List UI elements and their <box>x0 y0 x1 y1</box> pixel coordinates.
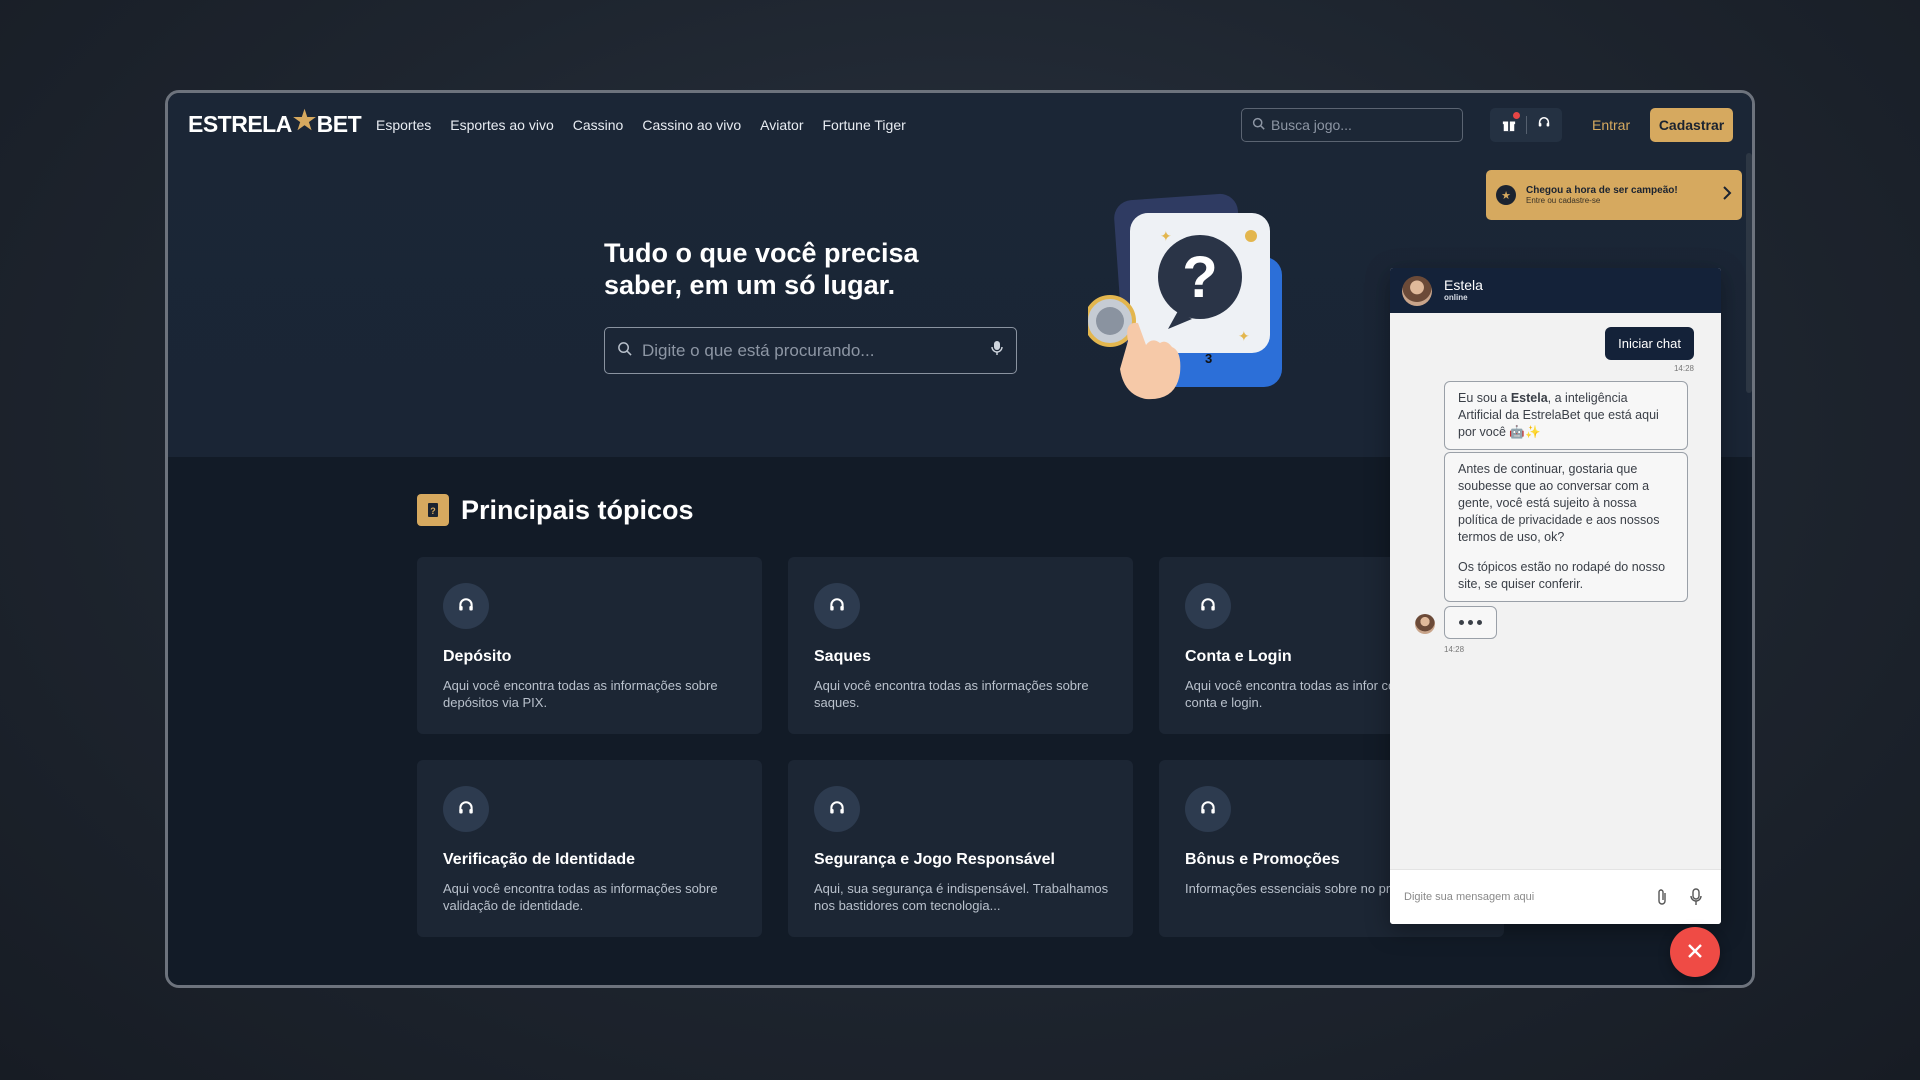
chat-message: Antes de continuar, gostaria que soubess… <box>1444 452 1688 603</box>
notification-dot <box>1512 112 1520 119</box>
search-icon <box>1252 117 1265 133</box>
help-search-box[interactable] <box>604 327 1017 374</box>
nav-link-esportes[interactable]: Esportes <box>376 117 431 133</box>
support-headset-icon <box>1185 786 1231 832</box>
svg-text:?: ? <box>1182 245 1217 310</box>
microphone-icon[interactable] <box>1685 886 1707 908</box>
nav-link-cassino[interactable]: Cassino <box>573 117 624 133</box>
header-icon-group <box>1490 108 1562 142</box>
topic-card-title: Depósito <box>443 648 512 665</box>
estrelabet-logo[interactable]: ESTRELA ★ BET <box>188 105 362 140</box>
message-timestamp: 14:28 <box>1673 364 1694 373</box>
support-headset-icon <box>814 786 860 832</box>
avatar <box>1415 614 1435 634</box>
chat-message-text: Os tópicos estão no rodapé do nosso site… <box>1458 560 1666 592</box>
topic-card-title: Segurança e Jogo Responsável <box>814 851 1055 868</box>
chat-message: Eu sou a Estela, a inteligência Artifici… <box>1444 381 1688 450</box>
svg-text:?: ? <box>430 506 436 516</box>
chevron-right-icon <box>1722 185 1732 205</box>
chat-message-input[interactable] <box>1404 891 1639 903</box>
chat-header: Estela online <box>1390 268 1721 313</box>
support-headset-icon[interactable] <box>1537 116 1551 135</box>
support-headset-icon <box>443 786 489 832</box>
topic-card-title: Saques <box>814 648 871 665</box>
promo-banner[interactable]: ★ Chegou a hora de ser campeão! Entre ou… <box>1486 170 1742 220</box>
chat-agent-status: online <box>1444 292 1468 302</box>
promo-subtitle: Entre ou cadastre-se <box>1526 196 1601 206</box>
topic-card-verificacao[interactable]: Verificação de Identidade Aqui você enco… <box>417 760 762 937</box>
topics-header: ? Principais tópicos <box>417 494 694 526</box>
top-nav: ESTRELA ★ BET Esportes Esportes ao vivo … <box>168 93 1752 159</box>
support-headset-icon <box>443 583 489 629</box>
support-headset-icon <box>1185 583 1231 629</box>
nav-link-esportes-ao-vivo[interactable]: Esportes ao vivo <box>450 117 554 133</box>
search-icon <box>617 341 632 361</box>
support-headset-icon <box>814 583 860 629</box>
chat-widget: Estela online Iniciar chat 14:28 Eu sou … <box>1390 268 1721 924</box>
close-chat-button[interactable] <box>1670 927 1720 977</box>
typing-indicator <box>1444 606 1497 639</box>
start-chat-button[interactable]: Iniciar chat <box>1605 327 1694 360</box>
logo-star-icon: ★ <box>292 105 316 135</box>
icon-divider <box>1526 116 1528 134</box>
close-icon <box>1686 942 1704 963</box>
svg-text:✦: ✦ <box>1160 228 1172 244</box>
chat-agent-name: Estela <box>1444 277 1483 294</box>
topics-heading: Principais tópicos <box>461 494 694 525</box>
help-search-input[interactable] <box>642 340 990 361</box>
nav-links: Esportes Esportes ao vivo Cassino Cassin… <box>376 117 906 133</box>
hero-title: Tudo o que você precisa saber, em um só … <box>604 238 919 300</box>
star-icon: ★ <box>1496 185 1516 205</box>
chat-composer <box>1390 869 1721 924</box>
topic-card-deposito[interactable]: Depósito Aqui você encontra todas as inf… <box>417 557 762 734</box>
illustration-badge: 3 <box>1205 351 1212 366</box>
topic-card-title: Verificação de Identidade <box>443 851 636 868</box>
help-illustration: ? ✦ ✦ 3 <box>1084 191 1308 421</box>
topic-card-text: Aqui você encontra todas as informações … <box>443 678 718 710</box>
chat-agent-info: Estela online <box>1444 278 1483 302</box>
gift-icon[interactable] <box>1501 112 1520 133</box>
topic-card-text: Aqui você encontra todas as informações … <box>814 678 1089 710</box>
topic-card-text: Aqui, sua segurança é indispensável. Tra… <box>814 881 1109 913</box>
scrollbar[interactable] <box>1746 153 1752 393</box>
nav-link-aviator[interactable]: Aviator <box>760 117 803 133</box>
logo-text-bet: BET <box>316 111 362 137</box>
chat-message-text: Antes de continuar, gostaria que soubess… <box>1458 462 1660 544</box>
game-search-box[interactable] <box>1241 108 1463 142</box>
logo-text-estrela: ESTRELA <box>188 111 292 137</box>
avatar <box>1402 275 1432 306</box>
topic-card-text: Aqui você encontra todas as informações … <box>443 881 718 913</box>
book-icon: ? <box>417 494 449 526</box>
microphone-icon[interactable] <box>990 340 1004 361</box>
chat-message-text: Eu sou a <box>1458 391 1511 405</box>
promo-title: Chegou a hora de ser campeão! <box>1526 184 1678 196</box>
game-search-input[interactable] <box>1271 117 1441 133</box>
nav-link-fortune-tiger[interactable]: Fortune Tiger <box>823 117 906 133</box>
message-timestamp: 14:28 <box>1444 645 1465 654</box>
topic-card-saques[interactable]: Saques Aqui você encontra todas as infor… <box>788 557 1133 734</box>
login-button[interactable]: Entrar <box>1588 111 1634 139</box>
signup-button[interactable]: Cadastrar <box>1650 108 1733 142</box>
chat-message-bold: Estela <box>1510 391 1548 405</box>
paperclip-icon[interactable] <box>1651 886 1673 908</box>
promo-text: Chegou a hora de ser campeão! Entre ou c… <box>1526 185 1678 206</box>
nav-link-cassino-ao-vivo[interactable]: Cassino ao vivo <box>642 117 741 133</box>
svg-text:✦: ✦ <box>1238 328 1250 344</box>
topic-card-seguranca[interactable]: Segurança e Jogo Responsável Aqui, sua s… <box>788 760 1133 937</box>
